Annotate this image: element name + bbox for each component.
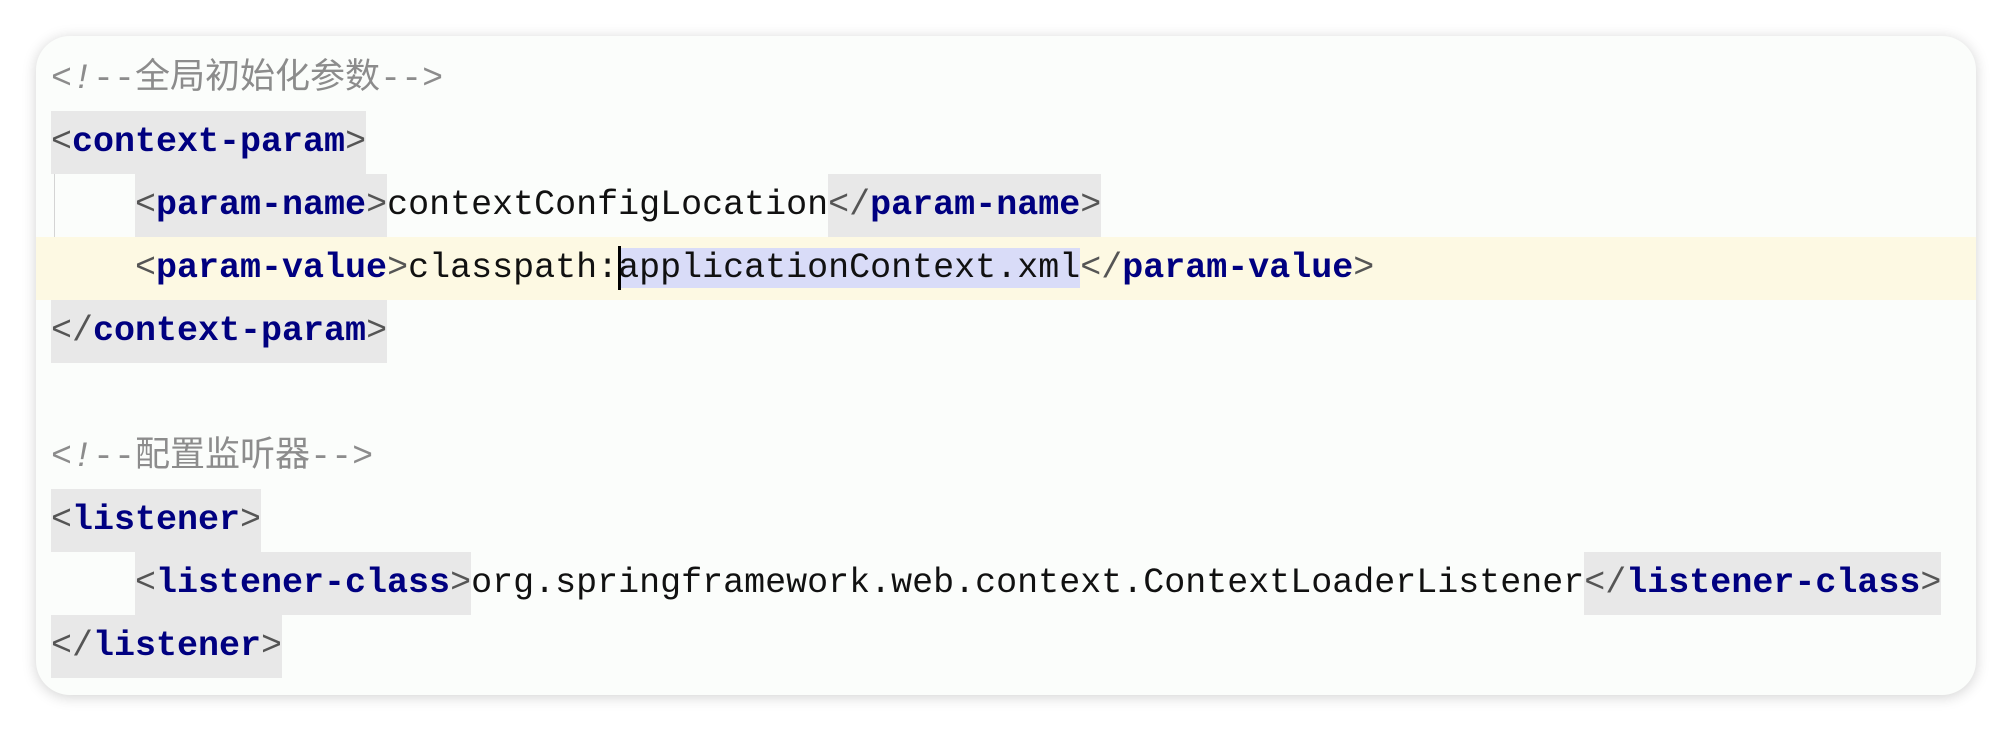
code-line-listener-class[interactable]: <listener-class>org.springframework.web.…	[36, 552, 1976, 615]
tag-name: param-name	[156, 185, 367, 225]
tag-param-name-open: <param-name>	[135, 174, 388, 237]
tag-context-param-close: </context-param>	[51, 300, 388, 363]
listener-class-value: org.springframework.web.context.ContextL…	[471, 563, 1585, 603]
code-line-param-name[interactable]: <param-name>contextConfigLocation</param…	[36, 174, 1976, 237]
code-line-listener-close[interactable]: </listener>	[36, 615, 1976, 678]
comment: <!--配置监听器-->	[51, 437, 374, 477]
tag-name: param-value	[156, 248, 388, 288]
tag-context-param-open: <context-param>	[51, 111, 367, 174]
tag-name: listener	[72, 500, 241, 540]
tag-listener-close: </listener>	[51, 615, 283, 678]
tag-listener-class-close: </listener-class>	[1584, 552, 1942, 615]
comment-text: 全局初始化参数	[135, 59, 381, 99]
tag-param-name-close: </param-name>	[828, 174, 1102, 237]
tag-name: listener	[93, 626, 262, 666]
tag-name: context-param	[93, 311, 367, 351]
code-line-context-param-close[interactable]: </context-param>	[36, 300, 1976, 363]
param-name-value: contextConfigLocation	[387, 185, 829, 225]
code-line-listener-open[interactable]: <listener>	[36, 489, 1976, 552]
tag-listener-open: <listener>	[51, 489, 262, 552]
tag-name: param-value	[1122, 248, 1354, 288]
tag-name: param-name	[870, 185, 1081, 225]
code-line-comment-global-params[interactable]: <!--全局初始化参数-->	[36, 48, 1976, 111]
code-editor[interactable]: <!--全局初始化参数--> <context-param> <param-na…	[36, 36, 1976, 695]
code-line-comment-listener[interactable]: <!--配置监听器-->	[36, 426, 1976, 489]
tag-name: listener-class	[156, 563, 451, 603]
code-line-context-param-open[interactable]: <context-param>	[36, 111, 1976, 174]
param-value-prefix: classpath:	[408, 248, 619, 288]
code-line-param-value[interactable]: <param-value>classpath:applicationContex…	[36, 237, 1976, 300]
comment: <!--全局初始化参数-->	[51, 59, 444, 99]
tag-listener-class-open: <listener-class>	[135, 552, 472, 615]
tag-name: context-param	[72, 122, 346, 162]
tag-name: listener-class	[1626, 563, 1921, 603]
comment-text: 配置监听器	[135, 437, 311, 477]
selected-text[interactable]: applicationContext.xml	[618, 248, 1081, 288]
text-caret	[618, 245, 622, 290]
